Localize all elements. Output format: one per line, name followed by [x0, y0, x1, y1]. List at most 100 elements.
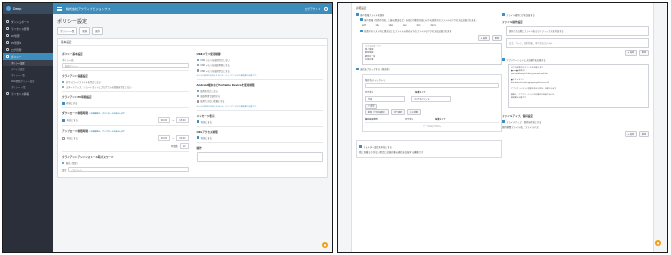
type-box[interactable]: ロゴ、バッジ、日付けを、すべてのファイル: [506, 37, 649, 48]
check-icon: [502, 13, 505, 16]
add-button[interactable]: + 追加: [624, 49, 637, 56]
logo-icon: [6, 6, 11, 11]
sidebar-item-pc2[interactable]: PC管理2: [3, 39, 53, 46]
list-item[interactable]: 社員名簿: [365, 59, 499, 62]
duration-input[interactable]: 10: [179, 143, 189, 150]
ext-item[interactable]: xls: [376, 24, 379, 27]
delete-button[interactable]: 削除: [638, 131, 649, 137]
panel-heading: 基本設定: [58, 39, 327, 46]
file-log-checkbox[interactable]: ファイル操作ログを記録する: [502, 13, 649, 17]
android-option[interactable]: 読取専用で使用する: [196, 94, 324, 98]
check-icon[interactable]: [62, 118, 65, 122]
time-from-input[interactable]: 09:00: [157, 117, 170, 124]
folder-listbox[interactable]: ファイルサーバー 個人情報 顧客情報 顧客名一覧 社員名簿: [362, 43, 502, 65]
password-input[interactable]: パスワード: [68, 167, 189, 173]
check-icon: [502, 120, 505, 123]
retention-checkbox[interactable]: ファイルアップ、保持を有効にする: [502, 120, 649, 124]
sidebar-item-dashboard[interactable]: ダッシュボード: [3, 18, 53, 25]
folder-checkbox[interactable]: フォルダー設定を有効にする: [359, 145, 499, 149]
help-fab-button[interactable]: ●: [322, 242, 328, 248]
android-option[interactable]: 使用を禁止しない: [196, 89, 324, 93]
ext-item[interactable]: pdf: [362, 24, 366, 27]
monitor-checkbox[interactable]: 有効にする: [62, 101, 189, 105]
add-button[interactable]: + 追加: [624, 131, 637, 137]
delete-button[interactable]: 削除: [491, 35, 502, 41]
add-button[interactable]: + 追加: [477, 35, 490, 41]
upload-block-checkbox[interactable]: 送信をブロックする（無効化）: [356, 67, 502, 71]
select-all-button[interactable]: 全て選択: [391, 109, 406, 115]
directory-input[interactable]: [365, 83, 499, 88]
policy-icon: [6, 55, 9, 58]
add-button[interactable]: + 追加: [365, 103, 378, 109]
delete-lower-button[interactable]: 削除（下位の項目）: [365, 109, 390, 115]
extension-list: pdf xls xlsx csv doc docx: [362, 24, 502, 27]
android-note: ※ 以上の設定を有効にするには、クライアントPCの再起動が必要です。: [196, 105, 258, 108]
client-option[interactable]: ダウンロードファイルを禁止しない: [62, 80, 189, 84]
ext-item[interactable]: csv: [403, 24, 407, 27]
uninstall-option[interactable]: 無効（既定）: [62, 161, 189, 165]
ext-item[interactable]: doc: [417, 24, 421, 27]
pc-icon: [6, 41, 9, 44]
page-title: ポリシー設定: [57, 19, 88, 25]
other-textarea[interactable]: [196, 151, 323, 162]
check-icon[interactable]: [360, 18, 363, 21]
save-button[interactable]: 保存: [92, 27, 103, 35]
help-fab-button[interactable]: ●: [655, 240, 661, 246]
category-select[interactable]: 作成: [365, 96, 405, 102]
usb-option[interactable]: USB メモリを使用禁止しない: [196, 58, 324, 62]
pc-icon: [6, 34, 9, 37]
sidebar-item-label: ログ管理: [11, 48, 22, 52]
sidebar-item-log[interactable]: ログ管理: [3, 46, 53, 53]
logout-link[interactable]: ログアウト ▾: [305, 7, 320, 11]
ext-item[interactable]: docx: [431, 24, 436, 27]
menu-icon[interactable]: [57, 6, 62, 11]
sidebar-item-license-info[interactable]: ライセンス情報: [3, 90, 53, 97]
client-option[interactable]: スタートアップ、ショートカットにプログラムの登録を禁止しない: [62, 85, 189, 89]
move-up-button[interactable]: 上に移動: [407, 109, 422, 115]
ext-item[interactable]: xlsx: [389, 24, 393, 27]
section-title: ダウンロード制限時間 この時間帯は、ダウンロードを禁止します: [62, 112, 125, 116]
time-from-input[interactable]: 09:00: [157, 135, 170, 142]
top-bar: 株式会社アクティブビジョンクス ログアウト ▾: [53, 3, 332, 14]
android-option[interactable]: 使用できない状態にする: [196, 99, 324, 103]
gear-icon[interactable]: [324, 6, 328, 11]
url-checkbox[interactable]: 有効にする: [196, 136, 324, 140]
extensions-textarea[interactable]: 以下の拡張子のファイルを記録します ■exe■(拡張子) exe,cmd,bat…: [508, 63, 649, 108]
sidebar-item-license[interactable]: ライセンス管理: [3, 25, 53, 32]
sidebar-item-label: ライセンス情報: [11, 92, 30, 96]
message-checkbox[interactable]: 有効にする: [196, 120, 324, 124]
policy-name-input[interactable]: 新規ポリシー: [62, 63, 189, 68]
sidebar-item-pc[interactable]: PC管理: [3, 32, 53, 39]
folder-panel: フォルダー設定を有効にする 他に見積もりがない場合に記録対象の通信を記録する機能…: [356, 140, 502, 158]
prefix-box[interactable]: 保存される際にファイル名のプレフィックスを付加する: [506, 25, 649, 36]
other-ext-checkbox[interactable]: 拡張子のリスト内に書き出したファイル以外の以下のファイルのアクセスは記録されます: [360, 29, 502, 33]
check-icon: [502, 58, 505, 61]
usb-option[interactable]: USB メモリを使用禁止にする: [196, 69, 324, 73]
directory-panel: 保存先ディレクトリ カテゴリ 保護タイプ 作成 すべてのファイル + 追加 削除…: [362, 74, 502, 132]
brand[interactable]: Deep: [3, 3, 53, 14]
sidebar-item-policy[interactable]: ポリシー: [3, 53, 53, 60]
home-icon: [6, 20, 9, 23]
section-title: USBメモリ使用制御: [196, 53, 221, 56]
type-select[interactable]: すべてのファイル: [411, 96, 451, 102]
policy-list-button[interactable]: ポリシー一覧: [57, 27, 78, 35]
ext-desc: 個人情報（住所や氏名、口座の暗証など）を含む可能性が高い以下の拡張子のファイルの…: [360, 18, 502, 22]
new-button[interactable]: 新規: [79, 27, 91, 35]
radio-icon: [196, 89, 199, 93]
app-log-checkbox[interactable]: アプリケーションによる操作を記録する: [502, 58, 649, 62]
time-to-input[interactable]: 18:00: [176, 135, 189, 142]
radio-icon: [62, 86, 65, 89]
password-row: 設定 パスワード: [62, 167, 189, 173]
ext-checkbox[interactable]: 個人情報ファイルを保存: [356, 13, 502, 17]
sidebar-item-label: ダッシュボード: [11, 20, 30, 24]
folder-desc: 他に見積もりがない場合に記録対象の通信を記録する機能です: [359, 151, 424, 154]
dir-label: 保存先ディレクトリ: [365, 79, 386, 82]
time-to-input[interactable]: 18:00: [176, 117, 189, 124]
radio-icon: [196, 69, 199, 72]
section-title: URLアクセス制限: [196, 130, 218, 134]
usb-option[interactable]: USB メモリを読取専用にする: [196, 63, 324, 67]
log-icon: [6, 48, 9, 51]
sidebar-item-label: PC管理: [11, 34, 20, 38]
delete-button[interactable]: 削除: [638, 49, 649, 56]
check-icon[interactable]: [62, 136, 65, 140]
